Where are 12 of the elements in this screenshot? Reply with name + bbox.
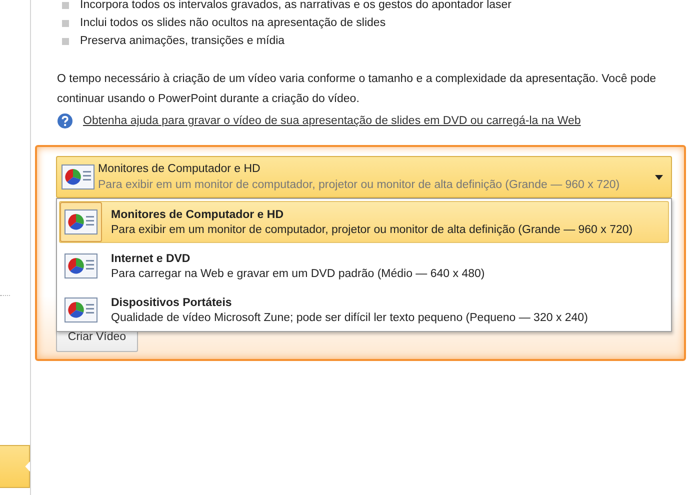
- feature-text: Inclui todos os slides não ocultos na apresentação de slides: [80, 17, 386, 29]
- option-description: Para exibir em um monitor de computador, projetor ou monitor de alta definição (Grande — 960 x 720): [111, 224, 634, 236]
- option-title: Monitores de Computador e HD: [111, 208, 285, 220]
- info-paragraph: O tempo necessário à criação de um vídeo varia conforme o tamanho e a complexidade da apresentação. Você pode continuar usando o PowerPoint durante a criação do vídeo.: [57, 72, 657, 107]
- option-description: Para carregar na Web e gravar em um DVD padrão (Médio — 640 x 480): [111, 268, 486, 280]
- option-title: Dispositivos Portáteis: [111, 296, 233, 308]
- feature-text: Preserva animações, transições e mídia: [80, 35, 285, 47]
- dropdown-description: Para exibir em um monitor de computador, projetor ou monitor de alta definição (Grande — 960 x 720): [98, 179, 621, 191]
- option-title: Internet e DVD: [111, 252, 192, 264]
- option-description: Qualidade de vídeo Microsoft Zune; pode ser difícil ler texto pequeno (Pequeno — 320 x 240): [111, 312, 589, 324]
- feature-text: Incorpora todos os intervalos gravados, as narrativas e os gestos do apontador laser: [80, 0, 512, 11]
- dropdown-title: Monitores de Computador e HD: [98, 163, 262, 175]
